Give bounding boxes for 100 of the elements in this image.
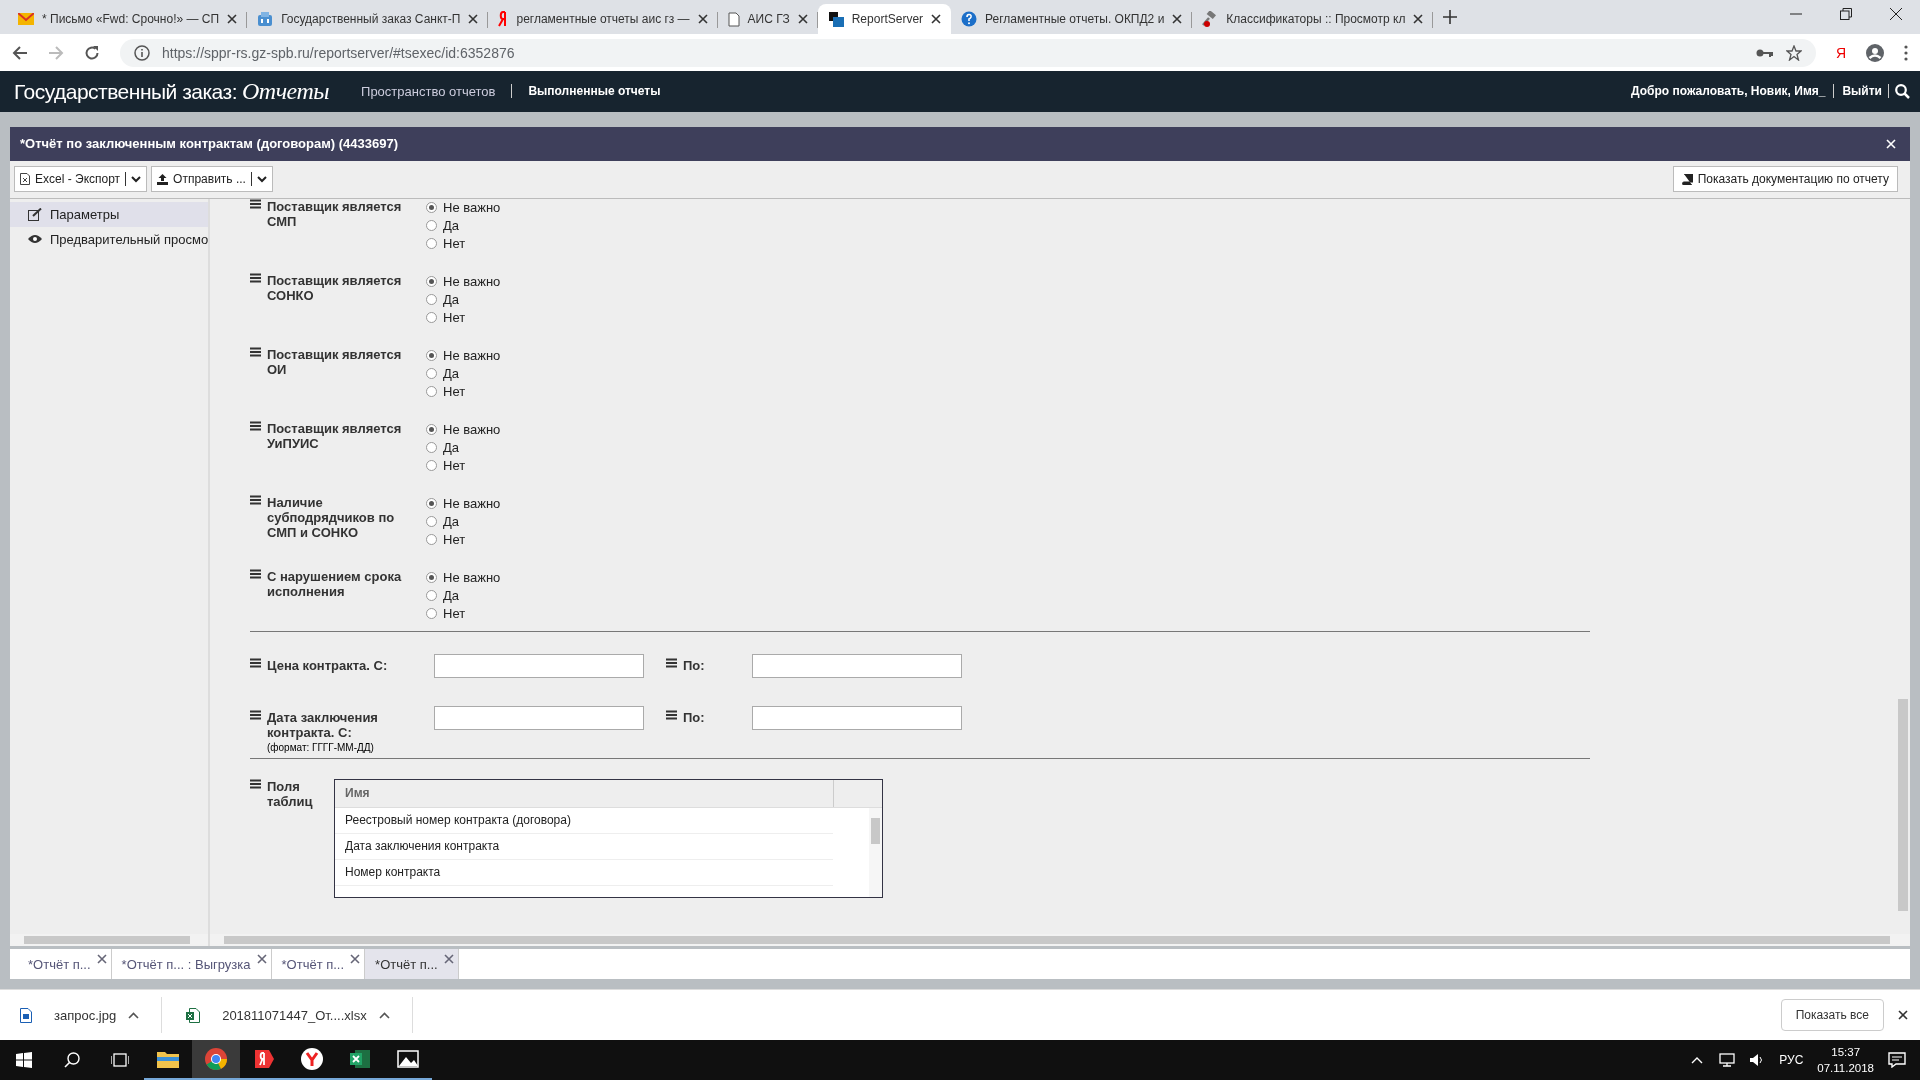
- radio-option[interactable]: Нет: [426, 604, 501, 623]
- yandex-icon[interactable]: [253, 1048, 275, 1071]
- radio-option[interactable]: Да: [426, 586, 501, 605]
- radio-button[interactable]: [426, 516, 437, 528]
- search-icon[interactable]: [64, 1052, 80, 1069]
- radio-option[interactable]: Нет: [426, 382, 501, 401]
- language-indicator[interactable]: РУС: [1779, 1053, 1804, 1068]
- more-icon[interactable]: [1904, 44, 1908, 61]
- browser-tab[interactable]: ReportServer: [817, 4, 952, 34]
- close-icon[interactable]: [96, 954, 107, 965]
- network-icon[interactable]: [1717, 1053, 1736, 1068]
- radio-button[interactable]: [426, 350, 437, 362]
- radio-button[interactable]: [426, 368, 437, 380]
- close-icon[interactable]: [350, 954, 361, 965]
- clock[interactable]: 15:37 07.11.2018: [1817, 1044, 1874, 1077]
- list-item[interactable]: Реестровый номер контракта (договора): [335, 807, 833, 834]
- send-button[interactable]: Отправить ...: [151, 166, 273, 193]
- yandex-browser-icon[interactable]: [301, 1048, 323, 1071]
- browser-tab[interactable]: * Письмо «Fwd: Срочно!» — СП: [8, 4, 248, 34]
- radio-button[interactable]: [426, 572, 437, 584]
- close-icon[interactable]: [256, 954, 267, 965]
- browser-tab[interactable]: Регламентные отчеты. ОКПД2 и: [951, 4, 1193, 34]
- close-icon[interactable]: [931, 14, 942, 24]
- radio-button[interactable]: [426, 590, 437, 602]
- radio-option[interactable]: Нет: [426, 456, 501, 475]
- radio-button[interactable]: [426, 220, 437, 232]
- close-icon[interactable]: [1413, 14, 1424, 24]
- radio-option[interactable]: Не важно: [426, 568, 501, 587]
- close-icon[interactable]: [1172, 14, 1183, 24]
- documentation-button[interactable]: Показать документацию по отчету: [1672, 166, 1898, 193]
- radio-option[interactable]: Не важно: [426, 420, 501, 439]
- excel-icon[interactable]: [350, 1049, 370, 1070]
- sidebar-item[interactable]: Предварительный просмо: [10, 226, 208, 252]
- scrollbar[interactable]: [869, 807, 882, 897]
- file-name[interactable]: запрос.jpg: [54, 1007, 117, 1023]
- key-icon[interactable]: [1755, 47, 1774, 58]
- restore-icon[interactable]: [1840, 8, 1852, 20]
- radio-button[interactable]: [426, 386, 437, 398]
- chrome-icon[interactable]: [205, 1048, 227, 1071]
- radio-option[interactable]: Да: [426, 512, 501, 531]
- scrollbar[interactable]: [10, 934, 208, 947]
- radio-option[interactable]: Нет: [426, 530, 501, 549]
- radio-option[interactable]: Да: [426, 290, 501, 309]
- caret-icon[interactable]: [128, 1011, 140, 1019]
- logout-link[interactable]: Выйти: [1842, 84, 1882, 99]
- input-field[interactable]: [752, 653, 962, 678]
- radio-option[interactable]: Не важно: [426, 198, 501, 217]
- taskbar-button[interactable]: [192, 1040, 240, 1080]
- radio-button[interactable]: [426, 312, 437, 324]
- windows-icon[interactable]: [16, 1052, 32, 1069]
- reload-icon[interactable]: [84, 44, 100, 61]
- new-tab-icon[interactable]: [1443, 10, 1458, 24]
- search-icon[interactable]: [1895, 83, 1910, 99]
- list-item[interactable]: Дата заключения контракта: [335, 833, 833, 860]
- sidebar-item[interactable]: Параметры: [10, 201, 208, 227]
- radio-option[interactable]: Да: [426, 438, 501, 457]
- show-all-button[interactable]: Показать все: [1780, 999, 1884, 1032]
- radio-option[interactable]: Не важно: [426, 494, 501, 513]
- radio-button[interactable]: [426, 238, 437, 250]
- radio-button[interactable]: [426, 608, 437, 620]
- input-field[interactable]: [434, 705, 644, 730]
- photos-icon[interactable]: [397, 1050, 419, 1069]
- close-icon[interactable]: [797, 14, 808, 24]
- radio-button[interactable]: [426, 276, 437, 288]
- radio-button[interactable]: [426, 442, 437, 454]
- extension-button[interactable]: Я: [1835, 44, 1846, 61]
- radio-option[interactable]: Не важно: [426, 346, 501, 365]
- account-icon[interactable]: [1866, 43, 1884, 62]
- star-icon[interactable]: [1785, 44, 1802, 61]
- fields-list[interactable]: Имя Реестровый номер контракта (договора) Дата заключения контракта Номер контракта: [334, 778, 883, 898]
- browser-tab[interactable]: Классификаторы :: Просмотр кл: [1192, 4, 1434, 34]
- input-field[interactable]: [434, 653, 644, 678]
- close-icon[interactable]: [227, 14, 238, 24]
- radio-option[interactable]: Да: [426, 364, 501, 383]
- nav-link[interactable]: Выполненные отчеты: [528, 84, 661, 99]
- folder-icon[interactable]: [157, 1050, 179, 1069]
- report-tab[interactable]: *Отчёт п...: [365, 949, 459, 980]
- app-logo[interactable]: Государственный заказ: Отчеты: [14, 77, 330, 105]
- export-button[interactable]: Excel - Экспорт: [14, 166, 148, 193]
- caret-icon[interactable]: [378, 1011, 390, 1019]
- back-icon[interactable]: [12, 44, 28, 61]
- radio-button[interactable]: [426, 424, 437, 436]
- notification-icon[interactable]: [1888, 1052, 1906, 1069]
- radio-option[interactable]: Нет: [426, 308, 501, 327]
- radio-option[interactable]: Нет: [426, 234, 501, 253]
- nav-link[interactable]: Пространство отчетов: [361, 83, 496, 99]
- radio-button[interactable]: [426, 498, 437, 510]
- browser-tab[interactable]: АИС ГЗ: [717, 4, 818, 34]
- radio-button[interactable]: [426, 294, 437, 306]
- close-icon[interactable]: [697, 14, 708, 24]
- radio-button[interactable]: [426, 460, 437, 472]
- input-field[interactable]: [752, 705, 962, 730]
- scrollbar[interactable]: [210, 934, 1910, 947]
- close-icon[interactable]: [468, 14, 479, 24]
- file-name[interactable]: 201811071447_От....xlsx: [222, 1007, 367, 1023]
- address-field[interactable]: https://sppr-rs.gz-spb.ru/reportserver/#tsexec/id:6352876: [120, 38, 1816, 67]
- list-item[interactable]: Номер контракта: [335, 859, 833, 886]
- radio-button[interactable]: [426, 534, 437, 546]
- radio-button[interactable]: [426, 202, 437, 214]
- browser-tab[interactable]: регламентные отчеты аис гз —: [488, 4, 718, 34]
